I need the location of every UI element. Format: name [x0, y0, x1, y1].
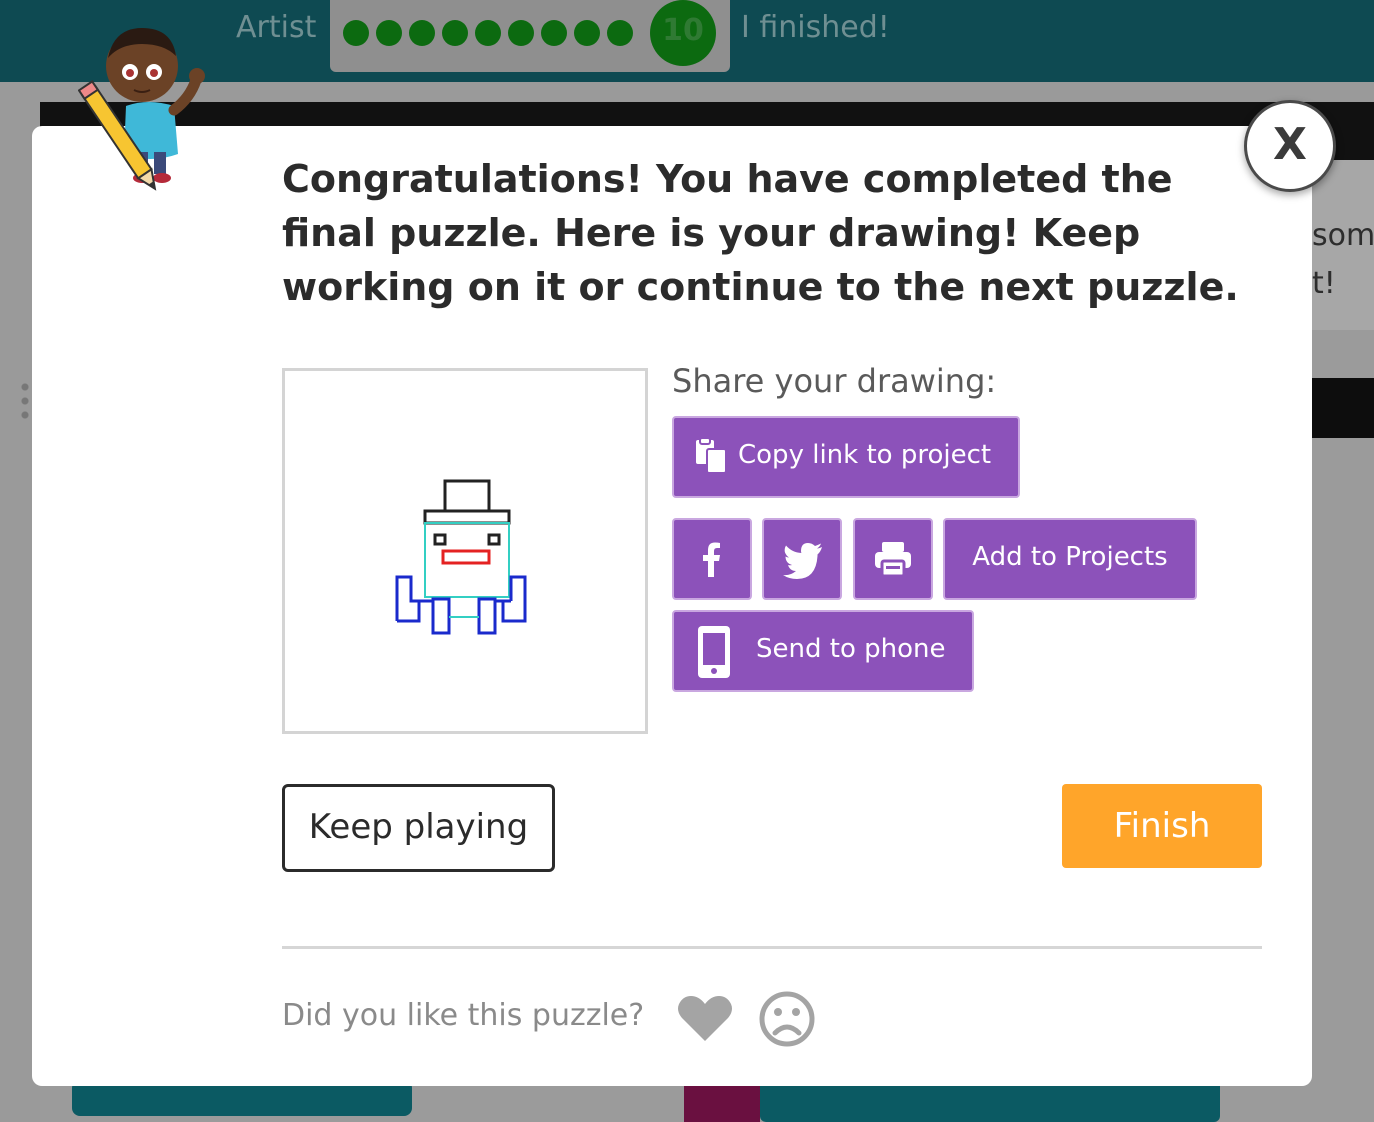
robot-drawing: [395, 479, 527, 635]
level-dot[interactable]: [541, 20, 567, 46]
level-dot[interactable]: [475, 20, 501, 46]
add-to-projects-label: Add to Projects: [972, 542, 1168, 572]
code-block: [684, 1080, 760, 1122]
send-to-phone-button[interactable]: Send to phone: [672, 610, 974, 692]
app-title: Artist: [236, 10, 317, 45]
add-to-projects-button[interactable]: Add to Projects: [943, 518, 1197, 600]
finished-link[interactable]: I finished!: [741, 10, 890, 45]
divider: [282, 946, 1262, 949]
facebook-icon: [703, 542, 720, 577]
level-dot[interactable]: [607, 20, 633, 46]
print-button[interactable]: [853, 518, 933, 600]
level-dot[interactable]: [409, 20, 435, 46]
twitter-icon: [783, 543, 822, 579]
printer-icon: [875, 542, 911, 578]
drag-handle[interactable]: [18, 380, 32, 420]
share-twitter-button[interactable]: [762, 518, 842, 600]
keep-playing-button[interactable]: Keep playing: [282, 784, 555, 872]
mobile-phone-icon: [698, 626, 730, 678]
clipboard-icon: [696, 438, 727, 474]
level-dot[interactable]: [442, 20, 468, 46]
finish-button[interactable]: Finish: [1062, 784, 1262, 868]
toolbox-header: [1310, 378, 1374, 438]
send-to-phone-label: Send to phone: [756, 634, 946, 664]
frown-icon[interactable]: [758, 990, 816, 1048]
level-dot[interactable]: [343, 20, 369, 46]
copy-link-label: Copy link to project: [738, 440, 992, 470]
share-heading: Share your drawing:: [672, 362, 997, 400]
share-facebook-button[interactable]: [672, 518, 752, 600]
drawing-preview: [282, 368, 648, 734]
level-dot[interactable]: [376, 20, 402, 46]
copy-link-button[interactable]: Copy link to project: [672, 416, 1020, 498]
level-dot[interactable]: [508, 20, 534, 46]
code-block: [760, 1080, 1220, 1122]
artist-avatar-icon: [78, 28, 205, 191]
level-dot[interactable]: [574, 20, 600, 46]
feedback-question: Did you like this puzzle?: [282, 998, 645, 1033]
instructions-text: some t!: [1312, 218, 1374, 301]
completion-message: Congratulations! You have completed the …: [282, 157, 1239, 309]
current-level-badge[interactable]: 10: [650, 0, 716, 66]
close-button[interactable]: X: [1244, 100, 1336, 192]
heart-icon[interactable]: [676, 994, 734, 1044]
